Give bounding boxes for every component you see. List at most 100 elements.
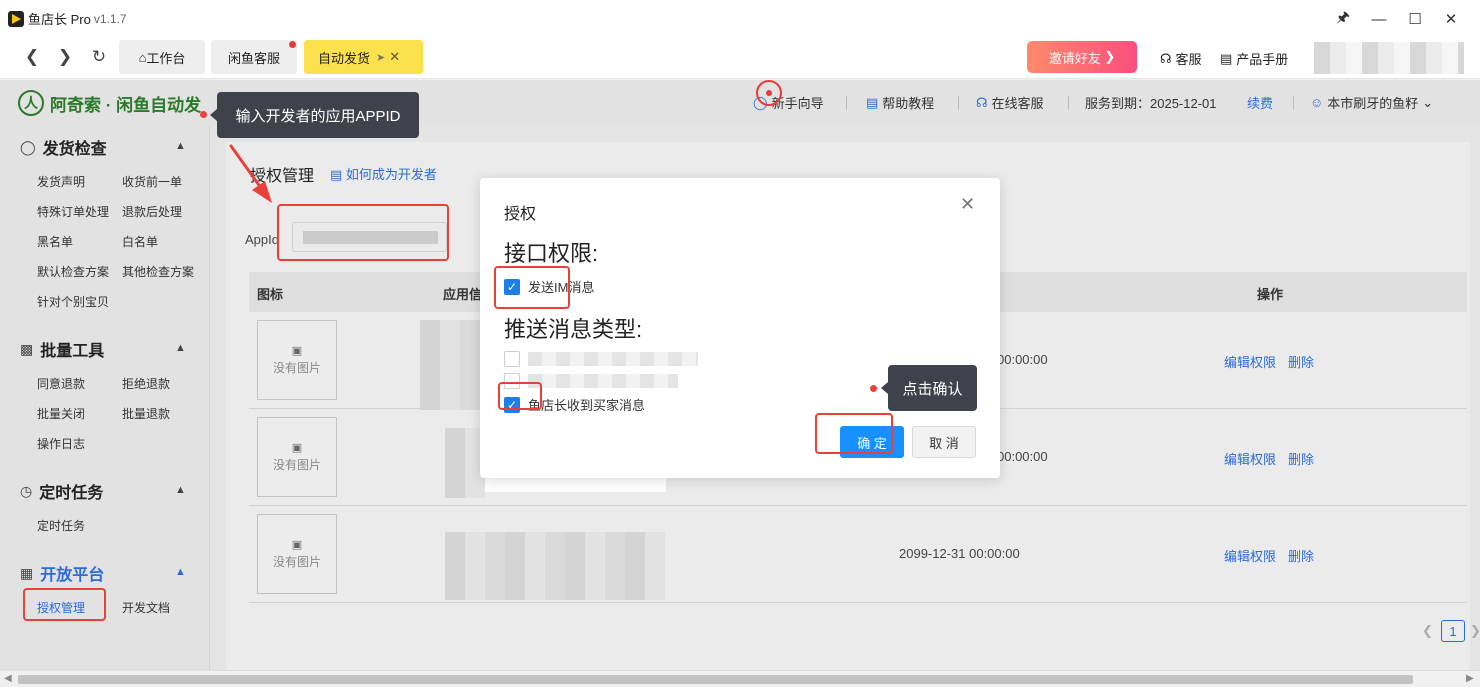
no-image-text: 没有图片 <box>272 361 321 375</box>
annotation-dot <box>200 111 207 118</box>
how-to-become-developer-link[interactable]: ▤ 如何成为开发者 <box>330 164 437 183</box>
minimize-button[interactable]: — <box>1368 8 1390 30</box>
manual-link[interactable]: ▤ 产品手册 <box>1220 49 1288 68</box>
edit-permission-link[interactable]: 编辑权限 <box>1224 352 1276 371</box>
sidebar-item[interactable]: 退款后处理 <box>122 203 182 220</box>
blurred-app-info <box>445 532 665 600</box>
tab-workbench[interactable]: ⌂ 工作台 <box>119 40 205 74</box>
renew-label: 续费 <box>1247 96 1274 111</box>
tab-customer-service[interactable]: 闲鱼客服 <box>211 40 297 74</box>
tab-auto-ship[interactable]: 自动发货 ➤ ✕ <box>304 40 423 74</box>
tab-customer-service-label: 闲鱼客服 <box>227 50 280 66</box>
divider <box>958 96 959 110</box>
sidebar-section-scheduled[interactable]: ◷ 定时任务 <box>20 479 103 503</box>
brand: 人 阿奇索 · 闲鱼自动发 <box>18 90 201 116</box>
clock-icon: ◷ <box>20 482 33 499</box>
sidebar-section-open-platform[interactable]: ▦ 开放平台 <box>20 561 104 585</box>
table-row: ▣ 没有图片 2099-12-31 00:00:00 编辑权限 删除 <box>249 506 1467 603</box>
account-avatar[interactable] <box>1314 42 1464 74</box>
target-marker-icon <box>756 80 782 106</box>
help-label: 帮助教程 <box>882 96 935 111</box>
chevron-up-icon[interactable]: ▲ <box>175 342 186 354</box>
sidebar-item[interactable]: 针对个别宝贝 <box>37 293 109 310</box>
horizontal-scrollbar[interactable]: ◀ ▶ <box>0 670 1480 687</box>
tab-auto-ship-label: 自动发货 <box>318 50 371 66</box>
sidebar-item[interactable]: 批量退款 <box>122 405 170 422</box>
maximize-button[interactable]: ☐ <box>1404 8 1426 30</box>
scrollbar-thumb[interactable] <box>18 675 1413 684</box>
divider <box>1293 96 1294 110</box>
service-link[interactable]: ☊ 客服 <box>1160 49 1202 68</box>
chevron-up-icon[interactable]: ▲ <box>175 140 186 152</box>
close-icon[interactable]: ✕ <box>960 194 975 215</box>
notification-dot <box>289 41 296 48</box>
edit-permission-link[interactable]: 编辑权限 <box>1224 546 1276 565</box>
forward-icon[interactable]: ❯ <box>53 45 77 69</box>
sidebar-item[interactable]: 白名单 <box>122 233 158 250</box>
refresh-icon[interactable]: ↻ <box>87 45 111 69</box>
sidebar-item[interactable]: 同意退款 <box>37 375 85 392</box>
sidebar-item[interactable]: 操作日志 <box>37 435 85 452</box>
chevron-up-icon[interactable]: ▲ <box>175 484 186 496</box>
user-menu[interactable]: ☺ 本市刷牙的鱼籽 ⌄ <box>1310 93 1433 112</box>
scroll-right-icon[interactable]: ▶ <box>1466 673 1474 684</box>
sidebar-item[interactable]: 默认检查方案 <box>37 263 109 280</box>
close-tab-icon[interactable]: ✕ <box>389 49 400 65</box>
cancel-button[interactable]: 取 消 <box>912 426 976 458</box>
section-title: 批量工具 <box>40 343 105 360</box>
sidebar-item[interactable]: 特殊订单处理 <box>37 203 109 220</box>
sidebar-item[interactable]: 收货前一单 <box>122 173 182 190</box>
close-window-button[interactable]: ✕ <box>1440 8 1462 30</box>
document-icon: ▤ <box>330 167 346 182</box>
delete-link[interactable]: 删除 <box>1288 546 1314 565</box>
sidebar-item[interactable]: 拒绝退款 <box>122 375 170 392</box>
delete-link[interactable]: 删除 <box>1288 352 1314 371</box>
sidebar-section-batch-tools[interactable]: ▩ 批量工具 <box>20 337 104 361</box>
expiry-text: 服务到期：2025-12-01 <box>1085 96 1217 111</box>
document-icon: ▤ <box>866 94 879 110</box>
online-service-link[interactable]: ☊ 在线客服 <box>976 93 1044 112</box>
user-icon: ☺ <box>1310 95 1324 110</box>
scroll-left-icon[interactable]: ◀ <box>4 673 12 684</box>
checkbox-icon[interactable] <box>504 351 520 367</box>
renew-link[interactable]: 续费 <box>1247 93 1273 112</box>
sidebar-item[interactable]: 批量关闭 <box>37 405 85 422</box>
pager-page-1[interactable]: 1 <box>1441 620 1465 642</box>
manual-label: 产品手册 <box>1236 52 1289 67</box>
app-version: v1.1.7 <box>93 11 127 26</box>
pager-next-icon[interactable]: ❯ <box>1470 623 1480 639</box>
edit-permission-link[interactable]: 编辑权限 <box>1224 449 1276 468</box>
brand-logo-icon: 人 <box>18 90 44 116</box>
pin-window-icon[interactable]: 🖈 <box>1332 8 1354 30</box>
highlight-buyer-message <box>498 382 542 410</box>
chevron-up-icon[interactable]: ▲ <box>175 566 186 578</box>
invite-friends-button[interactable]: 邀请好友 ❯ <box>1027 41 1137 73</box>
help-link[interactable]: ▤ 帮助教程 <box>866 93 934 112</box>
pager-prev-icon[interactable]: ❮ <box>1422 623 1433 639</box>
sidebar-item[interactable]: 发货声明 <box>37 173 85 190</box>
invite-label: 邀请好友 <box>1048 50 1101 66</box>
back-icon[interactable]: ❮ <box>20 45 44 69</box>
highlight-send-im <box>494 266 570 309</box>
sidebar-item[interactable]: 其他检查方案 <box>122 263 194 280</box>
section-title: 定时任务 <box>39 485 104 502</box>
pin-tab-icon[interactable]: ➤ <box>376 51 385 64</box>
section-title: 发货检查 <box>42 141 107 158</box>
blurred-app-info <box>445 428 485 498</box>
sidebar-item-dev-docs[interactable]: 开发文档 <box>122 599 170 616</box>
app-logo-icon <box>8 10 24 27</box>
sidebar-item[interactable]: 黑名单 <box>37 233 73 250</box>
delete-link[interactable]: 删除 <box>1288 449 1314 468</box>
blurred-option-label <box>528 352 698 366</box>
blurred-option-label <box>528 374 678 388</box>
column-header: 应用信 <box>443 287 483 302</box>
no-image-placeholder: ▣ 没有图片 <box>257 514 337 594</box>
no-image-placeholder: ▣ 没有图片 <box>257 417 337 497</box>
sidebar-item[interactable]: 定时任务 <box>37 517 85 534</box>
no-image-placeholder: ▣ 没有图片 <box>257 320 337 400</box>
authorize-dialog: 授权 ✕ 接口权限: ✓ 发送IM消息 推送消息类型: ✓ 鱼店长收到买家消息 … <box>480 178 1000 478</box>
sidebar-section-ship-check[interactable]: ◯ 发货检查 <box>20 135 107 159</box>
chevron-down-icon: ⌄ <box>1422 94 1434 110</box>
appid-tooltip: 输入开发者的应用APPID <box>210 92 419 138</box>
push-option-1[interactable] <box>504 351 698 367</box>
